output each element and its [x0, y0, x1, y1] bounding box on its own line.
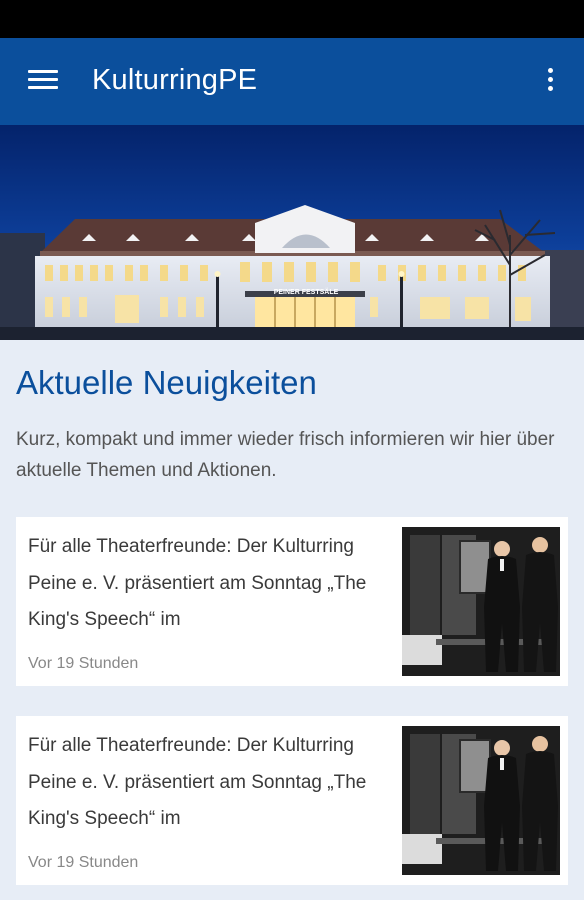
section-title: Aktuelle Neuigkeiten — [16, 364, 317, 401]
status-bar — [0, 0, 584, 38]
more-vert-icon[interactable] — [540, 66, 560, 96]
news-card-text: Für alle Theaterfreunde: Der Kulturring … — [28, 536, 367, 630]
news-thumbnail-image — [402, 726, 560, 875]
section-intro: Kurz, kompakt und immer wieder frisch in… — [16, 429, 555, 481]
news-card-time: Vor 19 Stunden — [28, 854, 139, 871]
app-title: KulturringPE — [92, 64, 258, 96]
news-card-time: Vor 19 Stunden — [28, 655, 139, 672]
news-card[interactable]: Für alle Theaterfreunde: Der Kulturring … — [16, 716, 568, 885]
news-card-text: Für alle Theaterfreunde: Der Kulturring … — [28, 735, 367, 829]
app-bar: KulturringPE — [0, 38, 584, 125]
news-thumbnail-image — [402, 527, 560, 676]
news-card[interactable]: Für alle Theaterfreunde: Der Kulturring … — [16, 517, 568, 686]
hero-image: PEINER FESTSÄLE — [0, 125, 584, 340]
building-sign-text: PEINER FESTSÄLE — [274, 288, 339, 296]
hamburger-menu-icon[interactable] — [28, 68, 58, 92]
